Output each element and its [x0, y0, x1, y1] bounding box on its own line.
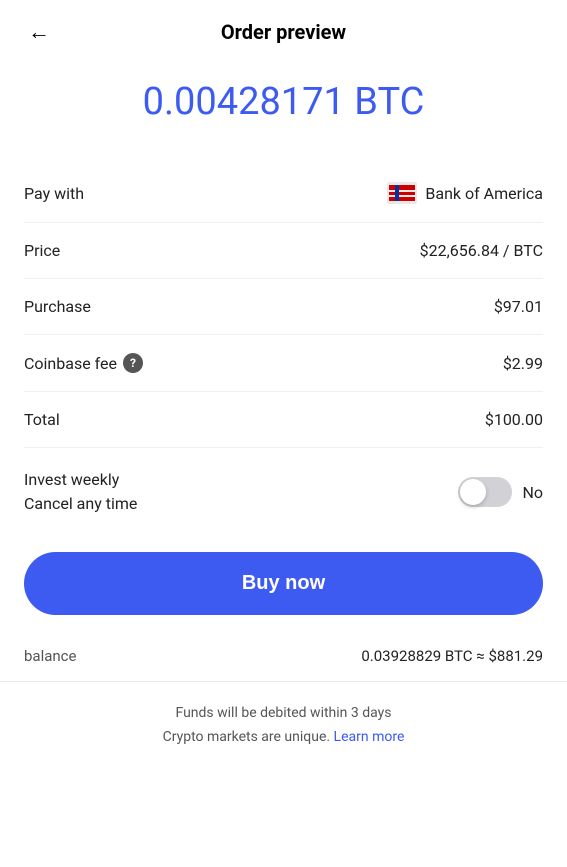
page-title: Order preview: [221, 20, 346, 44]
pay-with-row: Pay with Bank of America: [24, 164, 543, 223]
footer-line1: Funds will be debited within 3 days: [24, 702, 543, 726]
purchase-value: $97.01: [494, 297, 543, 316]
learn-more-link[interactable]: Learn more: [334, 729, 405, 745]
pay-with-value: Bank of America: [425, 184, 543, 203]
btc-amount-value: 0.00428171 BTC: [143, 80, 425, 124]
total-label: Total: [24, 410, 60, 429]
pay-with-label: Pay with: [24, 184, 84, 203]
toggle-status: No: [522, 483, 543, 502]
fee-help-icon[interactable]: ?: [123, 353, 143, 373]
btc-amount-section: 0.00428171 BTC: [0, 64, 567, 164]
toggle-thumb: [460, 479, 486, 505]
buy-now-button[interactable]: Buy now: [24, 552, 543, 615]
footer-text: Funds will be debited within 3 days Cryp…: [0, 682, 567, 770]
back-button[interactable]: ←: [24, 15, 54, 49]
fee-label: Coinbase fee ?: [24, 353, 143, 373]
purchase-row: Purchase $97.01: [24, 279, 543, 335]
fee-value: $2.99: [503, 354, 543, 373]
toggle-track: [458, 477, 512, 507]
boa-logo-icon: [387, 182, 417, 204]
total-row: Total $100.00: [24, 392, 543, 448]
total-value: $100.00: [485, 410, 543, 429]
invest-label: Invest weekly Cancel any time: [24, 468, 137, 516]
balance-value: 0.03928829 BTC ≈ $881.29: [361, 647, 543, 665]
header: ← Order preview: [0, 0, 567, 64]
price-row: Price $22,656.84 / BTC: [24, 223, 543, 279]
footer-line2: Crypto markets are unique. Learn more: [24, 726, 543, 750]
details-section: Pay with Bank of America Price $22,656.8…: [0, 164, 567, 536]
balance-row: balance 0.03928829 BTC ≈ $881.29: [0, 631, 567, 681]
balance-label: balance: [24, 647, 76, 665]
bank-row[interactable]: Bank of America: [387, 182, 543, 204]
invest-weekly-row: Invest weekly Cancel any time No: [24, 448, 543, 536]
fee-row: Coinbase fee ? $2.99: [24, 335, 543, 392]
invest-weekly-toggle[interactable]: [458, 477, 512, 507]
price-value: $22,656.84 / BTC: [420, 241, 543, 260]
invest-right: No: [458, 477, 543, 507]
price-label: Price: [24, 241, 60, 260]
purchase-label: Purchase: [24, 297, 91, 316]
